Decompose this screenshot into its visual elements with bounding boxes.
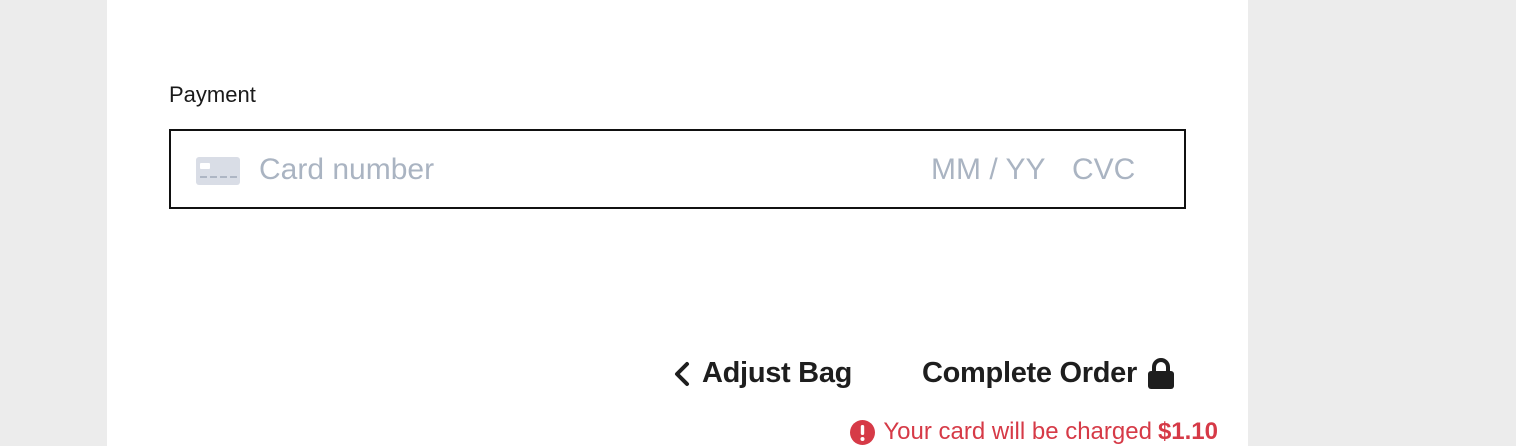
charge-notice-text: Your card will be charged xyxy=(883,418,1152,445)
exclamation-circle-icon xyxy=(850,419,876,445)
lock-icon xyxy=(1147,357,1174,389)
adjust-bag-label: Adjust Bag xyxy=(702,357,853,389)
chevron-left-icon xyxy=(675,361,689,386)
expiry-input[interactable] xyxy=(931,151,1061,189)
checkout-actions: Adjust Bag Complete Order xyxy=(107,355,1248,399)
card-input-group[interactable] xyxy=(169,129,1186,209)
payment-label: Payment xyxy=(169,82,256,107)
charge-amount: $1.10 xyxy=(1157,418,1218,445)
adjust-bag-button[interactable]: Adjust Bag xyxy=(672,357,852,390)
complete-order-button[interactable]: Complete Order xyxy=(922,357,1175,390)
cvc-input[interactable] xyxy=(1072,151,1152,189)
checkout-panel: Payment Adjust Bag Complete Order xyxy=(107,0,1248,446)
credit-card-icon xyxy=(196,157,240,185)
card-number-input[interactable] xyxy=(259,151,819,189)
complete-order-label: Complete Order xyxy=(922,357,1137,389)
charge-notice: Your card will be charged $1.10 xyxy=(850,418,1218,446)
